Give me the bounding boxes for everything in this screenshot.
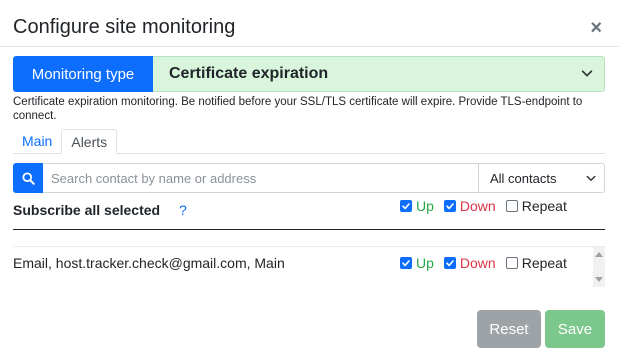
checkmark-icon	[402, 260, 410, 267]
contact-down-checkbox[interactable]	[443, 257, 456, 269]
reset-button[interactable]: Reset	[477, 310, 541, 348]
monitoring-type-select[interactable]: Certificate expiration	[153, 56, 605, 92]
subscribe-up-checkbox[interactable]	[400, 200, 412, 212]
search-icon	[21, 171, 35, 185]
subscribe-all-label: Subscribe all selected	[13, 202, 161, 218]
checkmark-icon	[446, 260, 454, 267]
subscribe-all-checks: Up Down Repeat	[400, 198, 567, 214]
contact-row-checks: Up Down Repeat	[400, 255, 567, 271]
subscribe-down-checkbox[interactable]	[443, 200, 456, 212]
tab-bar: Main Alerts	[13, 129, 605, 154]
contact-down-label: Down	[459, 255, 496, 271]
subscribe-repeat-checkbox[interactable]	[505, 200, 518, 212]
monitoring-type-value: Certificate expiration	[169, 65, 329, 82]
tab-main[interactable]: Main	[13, 129, 61, 153]
monitoring-description: Certificate expiration monitoring. Be no…	[13, 96, 583, 122]
contact-up-checkbox[interactable]	[400, 257, 412, 269]
modal-title: Configure site monitoring	[13, 16, 236, 38]
search-button[interactable]	[13, 163, 43, 193]
divider	[13, 229, 605, 230]
monitoring-type-label: Monitoring type	[13, 56, 153, 92]
tab-alerts[interactable]: Alerts	[61, 129, 118, 154]
subscribe-repeat-label: Repeat	[521, 198, 567, 214]
monitoring-type-group: Monitoring type Certificate expiration	[13, 56, 605, 92]
subscribe-down-label: Down	[459, 198, 496, 214]
contacts-filter-value: All contacts	[490, 170, 557, 186]
contact-up-label: Up	[416, 255, 434, 271]
help-link[interactable]: ?	[179, 202, 187, 218]
close-button[interactable]: ×	[590, 16, 602, 40]
save-button[interactable]: Save	[545, 310, 605, 348]
search-input[interactable]	[43, 163, 479, 193]
chevron-down-icon	[581, 70, 593, 77]
subscribe-up-label: Up	[416, 198, 434, 214]
contacts-filter-select[interactable]: All contacts	[479, 163, 605, 193]
contact-repeat-label: Repeat	[521, 255, 567, 271]
contact-search-row: All contacts	[13, 163, 605, 193]
contact-row-text: Email, host.tracker.check@gmail.com, Mai…	[13, 255, 285, 271]
scroll-down-arrow-icon[interactable]	[595, 277, 603, 282]
contact-list: Email, host.tracker.check@gmail.com, Mai…	[13, 246, 605, 287]
contact-repeat-checkbox[interactable]	[505, 257, 518, 269]
checkmark-icon	[402, 203, 410, 210]
checkmark-icon	[446, 203, 454, 210]
contact-list-scrollbar[interactable]	[593, 247, 605, 287]
scroll-up-arrow-icon[interactable]	[595, 252, 603, 257]
chevron-down-icon	[586, 175, 596, 181]
modal-header: Configure site monitoring ×	[0, 0, 619, 47]
